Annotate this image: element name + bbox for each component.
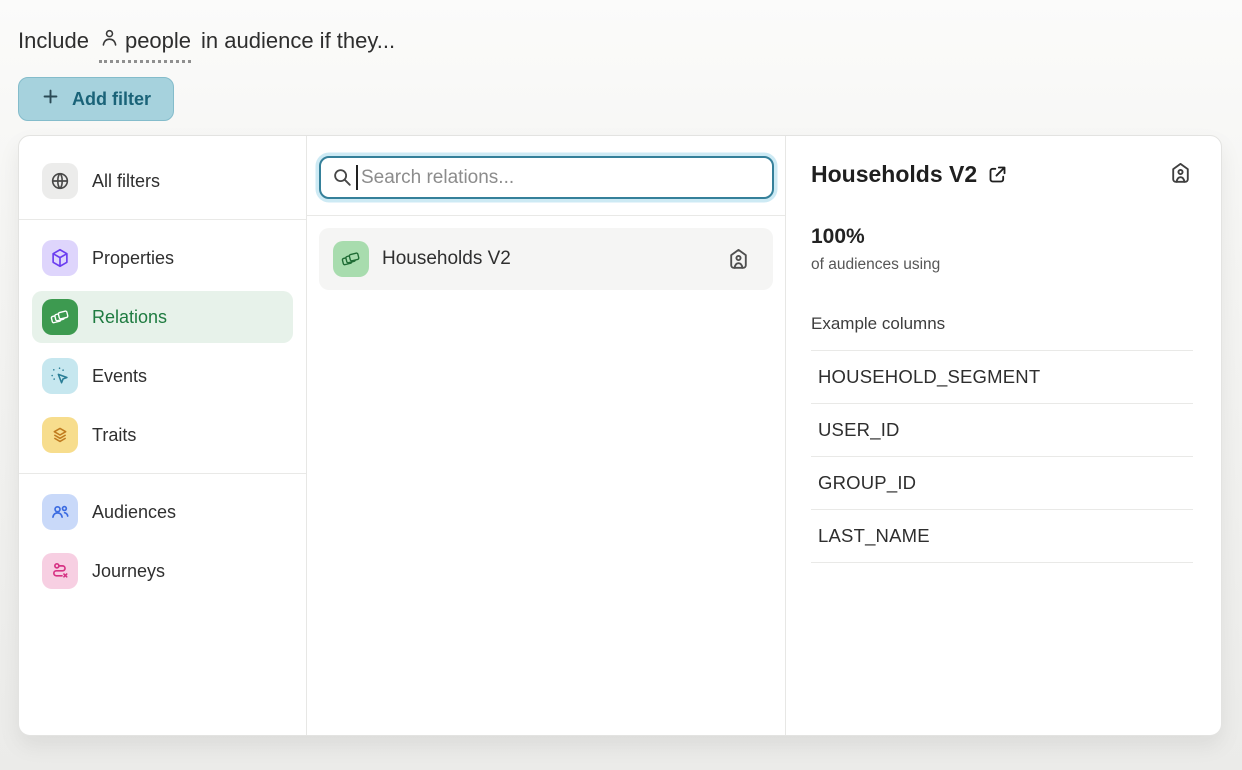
column-row: LAST_NAME xyxy=(811,509,1193,563)
household-icon xyxy=(726,247,751,272)
external-link-icon[interactable] xyxy=(987,164,1008,185)
relations-icon xyxy=(42,299,78,335)
people-group-icon xyxy=(42,494,78,530)
column-row: GROUP_ID xyxy=(811,456,1193,509)
usage-percent: 100% xyxy=(811,225,1193,249)
sidebar-item-events[interactable]: Events xyxy=(32,350,293,402)
sidebar-item-label: Journeys xyxy=(92,561,165,582)
sidebar-item-label: Audiences xyxy=(92,502,176,523)
cube-icon xyxy=(42,240,78,276)
column-row: HOUSEHOLD_SEGMENT xyxy=(811,350,1193,403)
text-cursor xyxy=(356,165,358,190)
sidebar-item-label: Properties xyxy=(92,248,174,269)
layers-icon xyxy=(42,417,78,453)
relation-detail-pane: Households V2 100% of audiences using Ex… xyxy=(786,136,1221,735)
plus-icon xyxy=(41,87,60,111)
search-field-wrap xyxy=(319,156,774,199)
column-row: USER_ID xyxy=(811,403,1193,456)
relations-list: Households V2 xyxy=(307,216,785,302)
search-icon xyxy=(331,166,353,188)
add-filter-button[interactable]: Add filter xyxy=(18,77,174,121)
globe-icon xyxy=(42,163,78,199)
household-icon xyxy=(1168,161,1193,186)
sentence-suffix: in audience if they... xyxy=(201,28,395,54)
sidebar-item-traits[interactable]: Traits xyxy=(32,409,293,461)
route-icon xyxy=(42,553,78,589)
relations-icon xyxy=(333,241,369,277)
include-label: Include xyxy=(18,28,89,54)
sidebar-item-audiences[interactable]: Audiences xyxy=(32,486,293,538)
sidebar-item-journeys[interactable]: Journeys xyxy=(32,545,293,597)
example-columns-list: HOUSEHOLD_SEGMENT USER_ID GROUP_ID LAST_… xyxy=(811,350,1193,563)
subject-selector[interactable]: people xyxy=(99,27,191,63)
sidebar-item-label: All filters xyxy=(92,171,160,192)
relations-browser: Households V2 xyxy=(307,136,786,735)
usage-caption: of audiences using xyxy=(811,256,1193,274)
cursor-spark-icon xyxy=(42,358,78,394)
example-columns-heading: Example columns xyxy=(811,314,1193,334)
person-icon xyxy=(99,27,120,54)
filter-category-sidebar: All filters Properties Relations Events xyxy=(19,136,307,735)
filter-picker-panel: All filters Properties Relations Events xyxy=(18,135,1222,736)
detail-title: Households V2 xyxy=(811,161,977,188)
subject-label: people xyxy=(125,28,191,54)
add-filter-label: Add filter xyxy=(72,89,151,110)
sidebar-divider xyxy=(19,473,306,474)
relation-name: Households V2 xyxy=(382,248,713,270)
sidebar-divider xyxy=(19,219,306,220)
sidebar-item-properties[interactable]: Properties xyxy=(32,232,293,284)
relation-row-households-v2[interactable]: Households V2 xyxy=(319,228,773,290)
detail-header: Households V2 xyxy=(811,161,1193,188)
sidebar-item-label: Relations xyxy=(92,307,167,328)
sidebar-item-relations[interactable]: Relations xyxy=(32,291,293,343)
sidebar-item-label: Traits xyxy=(92,425,136,446)
sidebar-item-all-filters[interactable]: All filters xyxy=(32,155,293,207)
sidebar-item-label: Events xyxy=(92,366,147,387)
audience-rule-sentence: Include people in audience if they... xyxy=(0,0,1242,54)
search-input[interactable] xyxy=(319,156,774,199)
